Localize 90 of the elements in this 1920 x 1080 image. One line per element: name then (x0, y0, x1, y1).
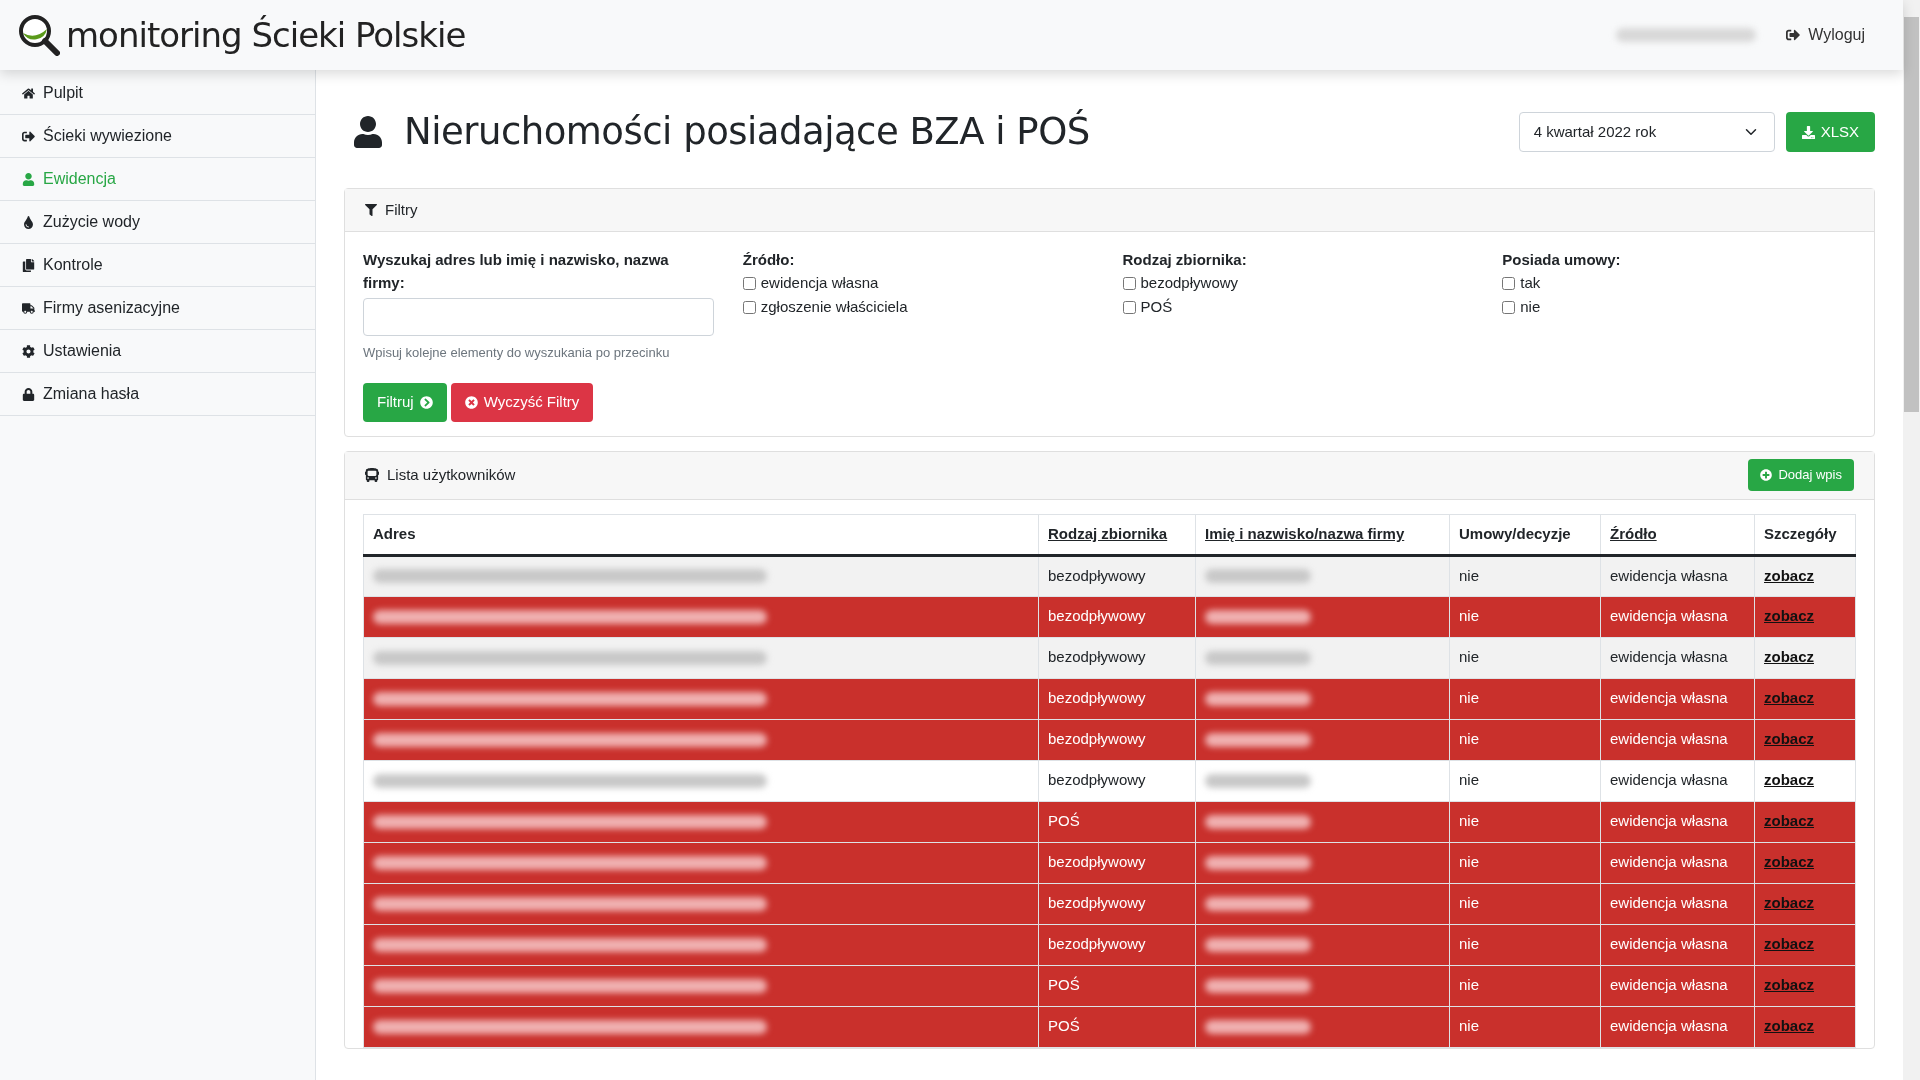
filter-checkbox[interactable] (1122, 300, 1136, 314)
table-cell: ewidencja własna (1610, 853, 1728, 871)
search-field[interactable] (363, 298, 714, 336)
exit-icon (22, 129, 35, 143)
table-cell: nie (1459, 689, 1480, 707)
table-cell: bezodpływowy (1048, 853, 1146, 871)
column-header[interactable]: Źródło (1610, 524, 1657, 542)
column-header: Szczegóły (1764, 524, 1837, 542)
table-cell: nie (1459, 648, 1480, 666)
sidebar-item[interactable]: Ścieki wywiezione (0, 115, 315, 158)
table-cell: bezodpływowy (1048, 566, 1146, 584)
logout-link[interactable]: Wyloguj (1786, 23, 1865, 47)
truck-icon (22, 301, 35, 315)
table-cell: ewidencja własna (1610, 935, 1728, 953)
table-cell: bezodpływowy (1048, 607, 1146, 625)
table-cell: ewidencja własna (1610, 1017, 1728, 1035)
download-icon (1801, 125, 1815, 139)
sidebar-item[interactable]: Firmy asenizacyjne (0, 287, 315, 330)
filter-checkbox[interactable] (1502, 300, 1516, 314)
table-cell: bezodpływowy (1048, 648, 1146, 666)
sidebar-item[interactable]: Pulpit (0, 72, 315, 115)
table-cell: nie (1459, 935, 1480, 953)
filters-title: Filtry (385, 199, 418, 220)
table-cell: ewidencja własna (1610, 689, 1728, 707)
sidebar-item[interactable]: Ustawienia (0, 330, 315, 373)
lock-icon (22, 387, 35, 401)
filter-checkbox[interactable] (742, 300, 756, 314)
table-cell: nie (1459, 894, 1480, 912)
table-cell: bezodpływowy (1048, 689, 1146, 707)
documents-icon (22, 258, 35, 272)
search-label: Wyszukaj adres lub imię i nazwisko, nazwa firmy: (363, 250, 670, 293)
checkbox-label: nie (1520, 296, 1541, 317)
checkbox-label: ewidencja własna (760, 272, 879, 293)
table-cell: ewidencja własna (1610, 812, 1728, 830)
magnifier-logo-icon (18, 14, 60, 56)
filter-group-label: Posiada umowy: (1502, 250, 1622, 270)
table-cell: nie (1459, 730, 1480, 748)
table-cell: bezodpływowy (1048, 771, 1146, 789)
table-cell: ewidencja własna (1610, 730, 1728, 748)
filter-checkbox[interactable] (1502, 276, 1516, 290)
table-cell: nie (1459, 976, 1480, 994)
table-cell: nie (1459, 1017, 1480, 1035)
filter-checkbox[interactable] (742, 276, 756, 290)
list-title: Lista użytkowników (387, 464, 516, 485)
table-cell: POŚ (1048, 976, 1080, 994)
table-cell: bezodpływowy (1048, 894, 1146, 912)
clear-filters-button[interactable]: Wyczyść Filtry (450, 382, 594, 422)
table-cell: nie (1459, 812, 1480, 830)
scrollbar[interactable] (1903, 0, 1920, 1080)
table-cell: ewidencja własna (1610, 976, 1728, 994)
table-cell: POŚ (1048, 812, 1080, 830)
close-icon (464, 395, 478, 409)
sidebar-item[interactable]: Kontrole (0, 244, 315, 287)
table-cell: POŚ (1048, 1017, 1080, 1035)
user-icon (22, 172, 35, 186)
settings-icon (22, 344, 35, 358)
period-dropdown[interactable]: 4 kwartał 2022 rok (1518, 112, 1775, 152)
table-cell: ewidencja własna (1610, 894, 1728, 912)
bus-icon (365, 468, 379, 482)
search-hint: Wpisuj kolejne elementy do wyszukania po przecinku (363, 344, 671, 362)
logout-icon (1786, 28, 1801, 42)
table-cell: nie (1459, 771, 1480, 789)
plus-icon (1760, 469, 1773, 481)
table-cell: ewidencja własna (1610, 566, 1728, 584)
filter-icon (365, 204, 377, 216)
table-cell: ewidencja własna (1610, 648, 1728, 666)
column-header: Umowy/decyzje (1459, 524, 1571, 542)
user-icon (352, 116, 384, 148)
table-cell: nie (1459, 566, 1480, 584)
filter-group-label: Rodzaj zbiornika: (1122, 250, 1248, 270)
drop-icon (22, 215, 35, 229)
checkbox-label: tak (1520, 272, 1541, 293)
table-cell: nie (1459, 607, 1480, 625)
table-cell: ewidencja własna (1610, 771, 1728, 789)
sidebar-item[interactable]: Zużycie wody (0, 201, 315, 244)
table-cell: bezodpływowy (1048, 730, 1146, 748)
filter-group-label: Źródło: (742, 250, 796, 270)
table-cell: ewidencja własna (1610, 607, 1728, 625)
table-cell: nie (1459, 853, 1480, 871)
filter-checkbox[interactable] (1122, 276, 1136, 290)
sidebar-item[interactable]: Zmiana hasła (0, 373, 315, 416)
chevron-right-icon (419, 395, 433, 409)
page-title: Nieruchomości posiadające BZA i POŚ (404, 108, 1090, 156)
table-cell: bezodpływowy (1048, 935, 1146, 953)
checkbox-label: bezodpływowy (1140, 272, 1239, 293)
checkbox-label: POŚ (1140, 296, 1173, 317)
column-header: Adres (373, 524, 416, 542)
logo-text: monitoring Ścieki Polskie (66, 13, 466, 57)
checkbox-label: zgłoszenie właściciela (760, 296, 908, 317)
home-icon (22, 86, 35, 100)
